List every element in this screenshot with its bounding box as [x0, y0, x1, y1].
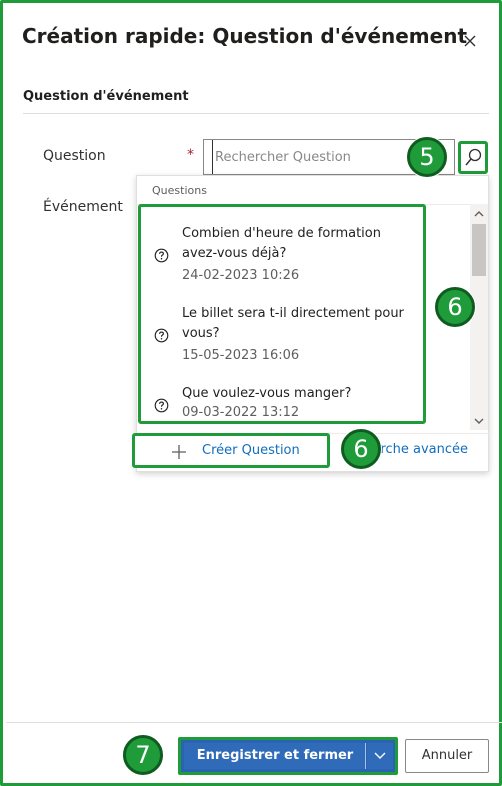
question-circle-icon — [154, 328, 169, 343]
dialog-title: Création rapide: Question d'événement — [22, 24, 468, 48]
question-circle-icon — [154, 398, 169, 413]
step-badge-6: 6 — [435, 287, 475, 327]
save-and-close-button[interactable]: Enregistrer et fermer — [184, 743, 366, 769]
list-item-date: 09-03-2022 13:12 — [182, 405, 300, 420]
create-question-label: Créer Question — [202, 443, 300, 458]
chevron-down-icon — [374, 752, 386, 759]
list-item-question: Que voulez-vous manger? — [182, 386, 352, 401]
split-divider — [365, 743, 366, 769]
footer-divider — [6, 722, 502, 723]
step-badge-6-create: 6 — [341, 429, 381, 469]
list-item-date: 24-02-2023 10:26 — [182, 268, 300, 283]
cancel-button[interactable]: Annuler — [405, 739, 489, 773]
step-badge-5: 5 — [407, 137, 447, 177]
create-question-button[interactable]: Créer Question — [132, 433, 330, 468]
list-item[interactable]: Le billet sera t-il directement pour vou… — [141, 301, 423, 371]
search-button[interactable] — [458, 141, 488, 174]
search-icon — [465, 148, 482, 166]
scrollbar-thumb[interactable] — [472, 224, 486, 276]
section-title: Question d'événement — [23, 89, 189, 104]
question-field-label: Question — [43, 148, 106, 164]
scroll-down-arrow-icon[interactable] — [474, 417, 484, 425]
step-badge-7: 7 — [123, 735, 163, 775]
list-item[interactable]: Que voulez-vous manger? 09-03-2022 13:12 — [141, 381, 423, 421]
list-item-date: 15-05-2023 16:06 — [182, 348, 300, 363]
list-item-question: Le billet sera t-il directement pour vou… — [182, 306, 404, 341]
question-circle-icon — [154, 248, 169, 263]
question-results-list: Combien d'heure de formation avez-vous d… — [138, 204, 426, 424]
list-item-question: Combien d'heure de formation avez-vous d… — [182, 226, 381, 261]
save-close-split-button: Enregistrer et fermer — [178, 737, 398, 775]
save-options-dropdown[interactable] — [367, 743, 393, 769]
plus-icon — [172, 445, 186, 459]
list-item[interactable]: Combien d'heure de formation avez-vous d… — [141, 221, 423, 291]
quick-create-dialog: Création rapide: Question d'événement Qu… — [0, 0, 502, 786]
close-icon[interactable] — [459, 30, 481, 52]
required-marker: * — [187, 147, 194, 163]
advanced-search-label: erche avancée — [372, 442, 468, 457]
scroll-up-arrow-icon[interactable] — [474, 210, 484, 218]
dropdown-header: Questions — [152, 184, 207, 197]
event-field-label: Événement — [43, 199, 123, 215]
section-divider — [23, 113, 489, 114]
